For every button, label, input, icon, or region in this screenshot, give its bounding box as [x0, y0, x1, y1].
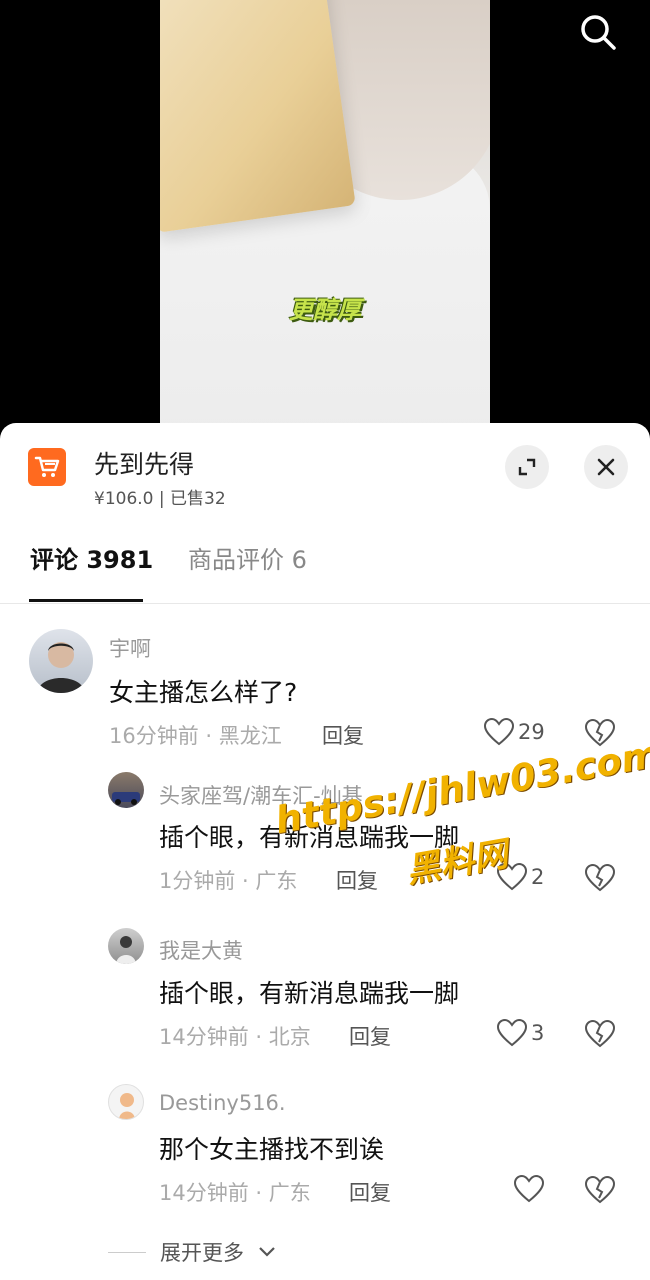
dislike-button[interactable]	[584, 1019, 616, 1052]
like-count: 29	[518, 720, 545, 744]
expand-button[interactable]	[505, 445, 549, 489]
heart-icon	[497, 1019, 527, 1047]
heart-icon	[514, 1175, 544, 1203]
heart-icon	[497, 863, 527, 891]
video-player[interactable]: 更醇厚	[0, 0, 650, 440]
comment-text: 插个眼，有新消息踹我一脚	[159, 979, 460, 1008]
comment-username[interactable]: Destiny516.	[159, 1091, 286, 1115]
comment-username[interactable]: 宇啊	[109, 633, 151, 663]
comment-meta: 14分钟前 · 广东	[159, 1181, 311, 1205]
tab-underline	[29, 599, 143, 602]
expand-divider	[108, 1251, 146, 1253]
broken-heart-icon	[584, 1019, 616, 1048]
tab-comments[interactable]: 评论 3981	[30, 540, 153, 575]
avatar[interactable]	[108, 772, 144, 808]
dislike-button[interactable]	[584, 718, 616, 751]
video-bread	[160, 0, 356, 233]
reply-button[interactable]: 回复	[322, 720, 364, 750]
product-title[interactable]: 先到先得	[94, 445, 194, 481]
close-button[interactable]	[584, 445, 628, 489]
like-button[interactable]: 29	[484, 718, 545, 746]
like-button[interactable]: 2	[497, 863, 544, 891]
broken-heart-icon	[584, 863, 616, 892]
dislike-button[interactable]	[584, 863, 616, 896]
comment-meta: 14分钟前 · 北京	[159, 1025, 311, 1049]
like-count: 3	[531, 1021, 545, 1045]
avatar[interactable]	[108, 928, 144, 964]
expand-more-label: 展开更多	[160, 1241, 244, 1265]
chevron-down-icon	[259, 1247, 275, 1257]
expand-icon	[518, 458, 536, 476]
broken-heart-icon	[584, 1175, 616, 1204]
comment-username[interactable]: 我是大黄	[159, 935, 243, 965]
comment-text: 那个女主播找不到诶	[159, 1135, 385, 1164]
reply-button[interactable]: 回复	[349, 1021, 391, 1051]
comment-text: 女主播怎么样了?	[109, 678, 298, 707]
like-button[interactable]	[514, 1175, 548, 1203]
tabs-divider	[0, 603, 650, 604]
tab-reviews[interactable]: 商品评价 6	[188, 540, 307, 575]
reply-button[interactable]: 回复	[349, 1177, 391, 1207]
search-icon	[581, 15, 616, 50]
close-icon	[597, 458, 615, 476]
heart-icon	[484, 718, 514, 746]
video-caption: 更醇厚	[289, 296, 361, 324]
dislike-button[interactable]	[584, 1175, 616, 1208]
like-count: 2	[531, 865, 545, 889]
expand-more-button[interactable]: 展开更多	[108, 1237, 276, 1267]
avatar[interactable]	[108, 1084, 144, 1120]
comment-username[interactable]: 头家座驾/潮车汇-灿基	[159, 780, 363, 810]
comment-meta: 16分钟前 · 黑龙江	[109, 724, 282, 748]
like-button[interactable]: 3	[497, 1019, 544, 1047]
cart-icon[interactable]	[28, 448, 66, 486]
reply-button[interactable]: 回复	[336, 865, 378, 895]
avatar[interactable]	[29, 629, 93, 693]
broken-heart-icon	[584, 718, 616, 747]
comment-meta: 1分钟前 · 广东	[159, 869, 298, 893]
product-meta: ¥106.0 | 已售32	[94, 489, 226, 509]
video-frame: 更醇厚	[160, 0, 490, 440]
comment-text: 插个眼，有新消息踹我一脚	[159, 823, 460, 852]
search-button[interactable]	[574, 8, 622, 56]
